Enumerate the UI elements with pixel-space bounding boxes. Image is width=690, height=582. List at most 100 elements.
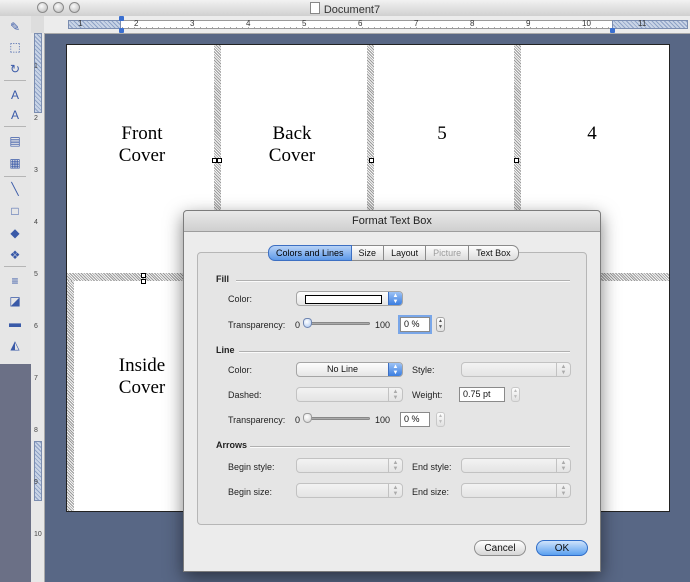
chevron-updown-icon: ▲ ▼	[556, 363, 570, 376]
ruler-number: 4	[246, 19, 251, 28]
window-title-text: Document7	[323, 4, 381, 16]
picture-icon[interactable]: ▤	[4, 132, 26, 150]
line-heading: Line	[216, 345, 235, 355]
fill-slider-min: 0	[295, 320, 301, 330]
toolbox-background	[0, 364, 31, 582]
text-box-border[interactable]	[67, 281, 74, 511]
fill-transparency-label: Transparency:	[228, 320, 286, 330]
begin-style-popup[interactable]: ▲ ▼	[296, 458, 403, 473]
chevron-updown-icon: ▲ ▼	[556, 459, 570, 472]
dialog-title: Format Text Box	[352, 215, 432, 227]
fill-color-icon[interactable]: ◪	[4, 292, 26, 310]
resize-handle[interactable]	[141, 273, 146, 278]
ruler-number: 1	[34, 63, 38, 70]
panel-label-front-cover[interactable]: Front Cover	[87, 123, 197, 167]
first-line-indent-marker[interactable]	[119, 16, 124, 21]
line-dashed-label: Dashed:	[228, 390, 262, 400]
resize-handle[interactable]	[514, 158, 519, 163]
panel-label-line: Cover	[268, 145, 316, 166]
left-indent-marker[interactable]	[119, 28, 124, 33]
panel-label-page-5[interactable]: 5	[387, 123, 497, 145]
line-icon[interactable]: ╲	[4, 180, 26, 198]
end-size-popup[interactable]: ▲ ▼	[461, 483, 571, 498]
fill-transparency-slider-thumb[interactable]	[303, 318, 312, 328]
line-weight-field[interactable]: 0.75 pt	[459, 387, 505, 402]
font-color-icon[interactable]: ◭	[4, 336, 26, 354]
resize-handle[interactable]	[369, 158, 374, 163]
ok-button[interactable]: OK	[536, 540, 588, 556]
line-style-popup[interactable]: ▲ ▼	[461, 362, 571, 377]
dialog-titlebar: Format Text Box	[184, 211, 600, 232]
format-text-box-dialog: Format Text Box Colors and Lines Size Layo…	[183, 210, 601, 572]
resize-handle[interactable]	[217, 158, 222, 163]
tab-layout[interactable]: Layout	[384, 245, 427, 261]
line-style-icon[interactable]: ≡	[4, 272, 26, 290]
line-weight-label: Weight:	[412, 390, 443, 400]
chevron-updown-icon: ▲ ▼	[388, 363, 402, 376]
tab-size[interactable]: Size	[351, 245, 385, 261]
ruler-number: 3	[190, 19, 195, 28]
line-transparency-slider-thumb[interactable]	[303, 413, 312, 423]
begin-style-label: Begin style:	[228, 462, 275, 472]
fill-transparency-field[interactable]: 0 %	[400, 317, 430, 332]
panel-label-line: 4	[587, 123, 597, 144]
line-transparency-stepper[interactable]: ▲ ▼	[436, 412, 445, 427]
fill-color-popup[interactable]: ▲ ▼	[296, 291, 403, 306]
begin-size-label: Begin size:	[228, 487, 273, 497]
tab-text-box[interactable]: Text Box	[469, 245, 519, 261]
cancel-button[interactable]: Cancel	[474, 540, 526, 556]
panel-label-inside-cover[interactable]: Inside Cover	[87, 355, 197, 399]
tab-picture[interactable]: Picture	[426, 245, 470, 261]
ruler-number: 5	[302, 19, 307, 28]
clip-art-icon[interactable]: ▦	[4, 154, 26, 172]
ruler-number: 6	[34, 323, 38, 330]
line-weight-stepper[interactable]: ▲ ▼	[511, 387, 520, 402]
tab-bar: Colors and Lines Size Layout Picture Text Bo…	[268, 245, 519, 261]
fill-slider-max: 100	[375, 320, 391, 330]
line-color-label: Color:	[228, 365, 253, 375]
horizontal-ruler[interactable]: 1 2 3 4 5 6 7 8 9 10 11	[44, 16, 690, 34]
wordart-icon[interactable]: A	[4, 106, 26, 124]
fill-color-swatch	[305, 295, 382, 304]
panel-label-line: Cover	[118, 377, 166, 398]
right-indent-marker[interactable]	[610, 28, 615, 33]
rotate-icon[interactable]: ↻	[4, 60, 26, 78]
line-transparency-track[interactable]	[305, 417, 370, 420]
line-color-icon[interactable]: ▬	[4, 314, 26, 332]
tab-colors-and-lines[interactable]: Colors and Lines	[268, 245, 352, 261]
text-box-icon[interactable]: A	[4, 86, 26, 104]
ruler-number: 5	[34, 271, 38, 278]
resize-handle[interactable]	[141, 279, 146, 284]
ruler-margin-top	[34, 33, 42, 113]
window-title: Document7	[0, 2, 690, 16]
line-transparency-field[interactable]: 0 %	[400, 412, 430, 427]
chevron-updown-icon: ▲ ▼	[388, 459, 402, 472]
style-icon[interactable]: ✎	[4, 18, 26, 36]
grouped-shapes-icon[interactable]: ❖	[4, 246, 26, 264]
fill-color-label: Color:	[228, 294, 253, 304]
ruler-number: 4	[34, 219, 38, 226]
ruler-scale	[68, 20, 688, 29]
panel-label-page-4[interactable]: 4	[537, 123, 647, 145]
ruler-corner	[31, 16, 45, 34]
fill-transparency-track[interactable]	[305, 322, 370, 325]
ruler-number: 2	[134, 19, 139, 28]
ruler-number: 9	[526, 19, 531, 28]
select-icon[interactable]: ⬚	[4, 38, 26, 56]
window-titlebar: Document7	[0, 0, 690, 17]
panel-label-line: Back	[272, 123, 312, 144]
toolbox-separator	[4, 126, 26, 127]
chevron-updown-icon: ▲ ▼	[556, 484, 570, 497]
ruler-number: 8	[34, 427, 38, 434]
autoshape-icon[interactable]: ◆	[4, 224, 26, 242]
vertical-ruler[interactable]: 1 2 3 4 5 6 7 8 9 10	[31, 33, 45, 582]
line-color-popup[interactable]: No Line ▲ ▼	[296, 362, 403, 377]
panel-label-back-cover[interactable]: Back Cover	[237, 123, 347, 167]
begin-size-popup[interactable]: ▲ ▼	[296, 483, 403, 498]
ruler-margin-left	[68, 20, 121, 29]
toolbox-separator	[4, 80, 26, 81]
rectangle-icon[interactable]: □	[4, 202, 26, 220]
fill-transparency-stepper[interactable]: ▲ ▼	[436, 317, 445, 332]
line-dashed-popup[interactable]: ▲ ▼	[296, 387, 403, 402]
end-style-popup[interactable]: ▲ ▼	[461, 458, 571, 473]
